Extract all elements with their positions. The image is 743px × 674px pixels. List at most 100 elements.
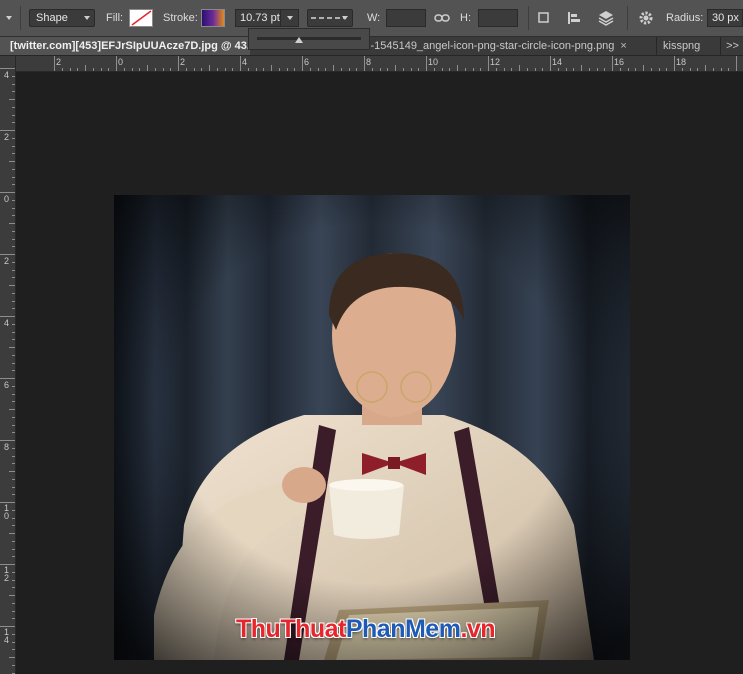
chevron-down-icon <box>84 16 90 20</box>
ruler-tick <box>224 68 226 71</box>
ruler-tick <box>12 300 15 302</box>
ruler-label: 10 <box>4 503 10 521</box>
ruler-tick <box>178 56 179 71</box>
document-tabs: [twitter.com][453]EFJrSIpUUAcze7D.jpg @ … <box>0 37 743 56</box>
ruler-tick <box>12 571 15 573</box>
ruler-tick <box>12 83 15 85</box>
ruler-tick <box>12 323 15 325</box>
ruler-label: 10 <box>428 57 439 67</box>
ruler-tick <box>9 533 15 534</box>
ruler-tick <box>0 626 15 627</box>
ruler-label: 8 <box>4 442 10 452</box>
ruler-horizontal[interactable]: 2 0 2 4 6 8 10 12 14 16 18 <box>16 56 743 72</box>
ruler-tick <box>705 65 706 71</box>
close-icon[interactable]: × <box>620 40 626 52</box>
ruler-tick <box>12 401 15 403</box>
ruler-tick <box>557 68 559 71</box>
ruler-tick <box>681 68 683 71</box>
tool-preset-caret-icon[interactable] <box>6 16 12 20</box>
path-alignment-icon[interactable] <box>566 10 582 26</box>
tab-angel-icon[interactable]: l-1545149_angel-icon-png-star-circle-ico… <box>368 37 627 55</box>
ruler-tick <box>286 68 288 71</box>
ruler-label: 2 <box>4 132 10 142</box>
ruler-tick <box>12 370 15 372</box>
ruler-tick <box>348 68 350 71</box>
ruler-tick <box>495 68 497 71</box>
ruler-label: 4 <box>4 70 10 80</box>
ruler-tick <box>0 192 15 193</box>
ruler-tick <box>12 145 15 147</box>
chevron-down-icon[interactable] <box>287 16 293 20</box>
ruler-tick <box>356 68 358 71</box>
tab-twitter-image[interactable]: [twitter.com][453]EFJrSIpUUAcze7D.jpg @ … <box>0 37 250 55</box>
ruler-tick <box>0 68 15 69</box>
path-operations-icon[interactable] <box>536 10 552 26</box>
ruler-tick <box>278 68 280 71</box>
ruler-label: 16 <box>614 57 625 67</box>
stroke-swatch[interactable] <box>201 9 225 27</box>
separator <box>627 6 628 30</box>
stroke-width-slider-popup <box>248 28 370 50</box>
ruler-tick <box>154 68 156 71</box>
ruler-tick <box>61 68 63 71</box>
ruler-tick <box>12 354 15 356</box>
ruler-tick <box>596 68 598 71</box>
watermark-part: .vn <box>460 615 496 643</box>
ruler-tick <box>12 540 15 542</box>
ruler-tick <box>0 254 15 255</box>
ruler-tick <box>131 68 133 71</box>
fill-swatch[interactable] <box>129 9 153 27</box>
document-image[interactable] <box>114 195 630 660</box>
ruler-vertical[interactable]: 4 2 0 2 4 6 8 10 12 14 <box>0 56 16 674</box>
ruler-tick <box>12 246 15 248</box>
ruler-tick <box>697 68 699 71</box>
shape-mode-dropdown[interactable]: Shape <box>29 9 95 27</box>
ruler-tick <box>12 91 15 93</box>
ruler-tick <box>240 56 241 71</box>
ruler-tick <box>12 137 15 139</box>
ruler-tick <box>12 207 15 209</box>
fill-label: Fill: <box>106 12 124 24</box>
ruler-tick <box>9 285 15 286</box>
ruler-tick <box>550 56 551 71</box>
ruler-tick <box>12 393 15 395</box>
ruler-tick <box>201 68 203 71</box>
tab-kisspng[interactable]: kisspng <box>656 37 700 55</box>
ruler-tick <box>162 68 164 71</box>
ruler-tick <box>728 68 730 71</box>
path-arrangement-icon[interactable] <box>598 10 614 26</box>
ruler-tick <box>12 509 15 511</box>
ruler-tick <box>12 587 15 589</box>
ruler-tick <box>263 68 265 71</box>
stroke-width-slider-thumb[interactable] <box>294 37 303 43</box>
ruler-tick <box>209 65 210 71</box>
height-field[interactable] <box>478 9 518 27</box>
height-label: H: <box>460 12 471 24</box>
ruler-tick <box>302 56 303 71</box>
stroke-width-slider-track[interactable] <box>257 37 361 40</box>
chevron-down-icon <box>342 16 348 20</box>
ruler-label: 14 <box>4 627 10 645</box>
ruler-tick <box>12 277 15 279</box>
ruler-label: 6 <box>304 57 310 67</box>
width-field[interactable] <box>386 9 426 27</box>
watermark-part: PhanMem <box>345 615 461 643</box>
gear-icon[interactable] <box>638 10 654 26</box>
stroke-type-dropdown[interactable] <box>307 9 353 27</box>
ruler-label: 0 <box>4 194 10 204</box>
ruler-label: 8 <box>366 57 372 67</box>
link-icon[interactable] <box>434 10 450 26</box>
ruler-tick <box>12 447 15 449</box>
ruler-tick <box>12 199 15 201</box>
width-label: W: <box>367 12 381 24</box>
tab-overflow-icon[interactable]: >> <box>720 37 743 55</box>
ruler-tick <box>12 641 15 643</box>
radius-field[interactable]: 30 px <box>707 9 743 27</box>
separator <box>20 6 21 30</box>
shape-mode-label: Shape <box>36 12 68 24</box>
ruler-tick <box>12 478 15 480</box>
stroke-width-field[interactable]: 10.73 pt <box>235 9 299 27</box>
ruler-label: 14 <box>552 57 563 67</box>
ruler-tick <box>12 215 15 217</box>
ruler-tick <box>12 269 15 271</box>
